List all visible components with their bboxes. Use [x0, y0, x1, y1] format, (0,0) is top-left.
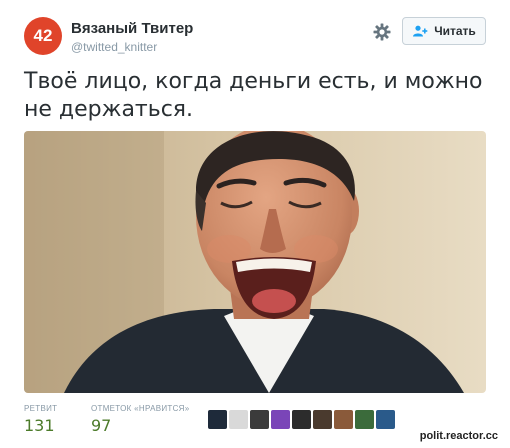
- tweet-photo[interactable]: [24, 131, 486, 393]
- liker-avatar[interactable]: [313, 410, 332, 429]
- tweet-text: Твоё лицо, когда деньги есть, и можно не…: [24, 69, 483, 122]
- liker-avatar[interactable]: [250, 410, 269, 429]
- display-name[interactable]: Вязаный Твитер: [71, 20, 193, 37]
- watermark: polit.reactor.cc: [413, 428, 504, 444]
- follow-button-label: Читать: [434, 24, 476, 38]
- likes-label: ОТМЕТОК «НРАВИТСЯ»: [91, 404, 190, 413]
- likers-avatars: [208, 410, 395, 429]
- follow-button[interactable]: Читать: [402, 17, 486, 45]
- retweets-count[interactable]: 131: [24, 416, 55, 435]
- liker-avatar[interactable]: [229, 410, 248, 429]
- liker-avatar[interactable]: [355, 410, 374, 429]
- user-handle[interactable]: @twitted_knitter: [71, 40, 157, 54]
- avatar-text: 42: [33, 26, 53, 45]
- add-user-icon: [413, 25, 428, 37]
- liker-avatar[interactable]: [271, 410, 290, 429]
- likes-count[interactable]: 97: [91, 416, 111, 435]
- liker-avatar[interactable]: [334, 410, 353, 429]
- liker-avatar[interactable]: [208, 410, 227, 429]
- liker-avatar[interactable]: [292, 410, 311, 429]
- gear-icon[interactable]: [372, 22, 392, 42]
- liker-avatar[interactable]: [376, 410, 395, 429]
- avatar[interactable]: 42: [24, 17, 62, 55]
- retweets-label: РЕТВИТ: [24, 404, 58, 413]
